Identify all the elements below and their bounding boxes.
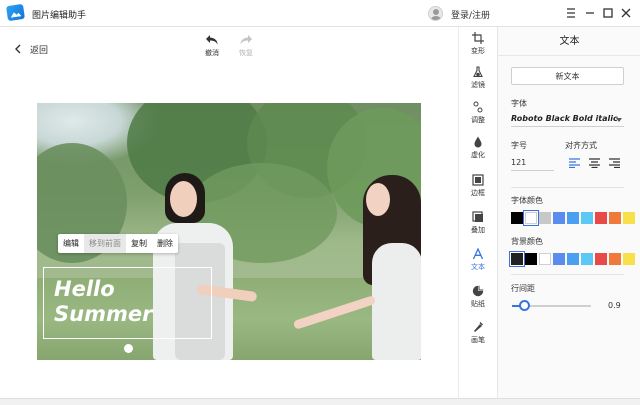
sidebar-item-label: 调整 — [471, 116, 485, 124]
ctx-bring-front[interactable]: 移到前面 — [84, 234, 126, 253]
sidebar-item-label: 贴纸 — [471, 300, 485, 308]
back-label: 返回 — [30, 46, 49, 56]
adjust-icon — [473, 101, 483, 113]
text-line-2: Summer — [54, 302, 153, 326]
font-size-value: 121 — [511, 158, 527, 167]
menu-icon[interactable] — [563, 5, 579, 21]
line-spacing-value: 0.9 — [608, 301, 621, 310]
sidebar-item-text[interactable]: 文本 — [459, 248, 497, 272]
sidebar-item-label: 边框 — [471, 189, 485, 197]
flask-icon — [473, 66, 483, 78]
minimize-icon[interactable] — [582, 5, 598, 21]
chevron-left-icon — [15, 44, 21, 54]
font-color-swatch[interactable] — [523, 210, 539, 226]
drop-icon — [474, 136, 482, 148]
photo-person-shirt — [372, 243, 421, 360]
user-avatar-icon[interactable] — [428, 6, 443, 21]
font-select[interactable]: Roboto Black Bold italic — [511, 113, 624, 127]
align-right-icon[interactable] — [609, 158, 620, 169]
align-left-icon[interactable] — [569, 158, 580, 169]
overlay-icon — [472, 211, 483, 222]
font-color-swatch[interactable] — [609, 212, 621, 224]
status-bar — [0, 398, 640, 405]
photo-person-face — [366, 183, 390, 216]
panel-title: 文本 — [498, 27, 640, 56]
font-color-swatch[interactable] — [553, 212, 565, 224]
sidebar-item-adjust[interactable]: 调整 — [459, 101, 497, 125]
redo-label: 恢复 — [239, 49, 253, 57]
sidebar-item-label: 叠加 — [471, 226, 485, 234]
bg-color-swatch[interactable] — [567, 253, 579, 265]
sidebar-item-filter[interactable]: 滤镜 — [459, 66, 497, 90]
app-title: 图片编辑助手 — [32, 11, 87, 21]
bg-color-swatch[interactable] — [553, 253, 565, 265]
align-center-icon[interactable] — [589, 158, 600, 169]
sidebar-item-frame[interactable]: 边框 — [459, 174, 497, 198]
sidebar-item-blur[interactable]: 虚化 — [459, 136, 497, 160]
chevron-down-icon — [616, 118, 622, 122]
font-color-swatch[interactable] — [623, 212, 635, 224]
bg-color-swatch[interactable] — [539, 253, 551, 265]
divider — [511, 274, 624, 275]
crop-icon — [472, 32, 484, 44]
undo-icon — [206, 35, 218, 45]
align-label: 对齐方式 — [565, 141, 597, 150]
bg-color-swatch[interactable] — [609, 253, 621, 265]
ctx-edit[interactable]: 编辑 — [58, 234, 84, 253]
new-text-button[interactable]: 新文本 — [511, 67, 624, 85]
frame-icon — [472, 174, 484, 186]
text-icon — [472, 248, 484, 260]
text-properties-panel: 文本 新文本 字体 Roboto Black Bold italic 字号 对齐… — [497, 27, 640, 400]
font-size-input[interactable]: 121 — [511, 157, 554, 171]
sidebar-item-label: 画笔 — [471, 336, 485, 344]
line-spacing-label: 行间距 — [511, 284, 535, 293]
bg-color-swatch[interactable] — [509, 251, 525, 267]
font-color-swatch[interactable] — [581, 212, 593, 224]
sidebar-item-label: 文本 — [471, 263, 485, 271]
redo-button[interactable]: 恢复 — [234, 34, 258, 58]
bg-color-swatch[interactable] — [581, 253, 593, 265]
redo-icon — [240, 35, 252, 45]
sidebar-item-label: 虚化 — [471, 151, 485, 159]
sidebar-item-label: 滤镜 — [471, 81, 485, 89]
font-color-swatch[interactable] — [567, 212, 579, 224]
size-label: 字号 — [511, 141, 527, 150]
font-color-label: 字体颜色 — [511, 196, 543, 205]
font-label: 字体 — [511, 99, 527, 108]
line-spacing-slider[interactable] — [512, 300, 591, 311]
ctx-copy[interactable]: 复制 — [126, 234, 152, 253]
title-bar: 图片编辑助手 登录/注册 — [0, 0, 640, 27]
tool-sidebar: 变形 滤镜 调整 虚化 边框 叠加 文本 贴纸 画笔 — [458, 27, 496, 400]
sidebar-item-sticker[interactable]: 贴纸 — [459, 285, 497, 309]
maximize-icon[interactable] — [600, 5, 616, 21]
font-select-value: Roboto Black Bold italic — [511, 114, 618, 123]
sidebar-item-brush[interactable]: 画笔 — [459, 321, 497, 345]
close-icon[interactable] — [618, 5, 634, 21]
divider — [511, 187, 624, 188]
app-logo-icon — [6, 3, 25, 22]
sticker-icon — [472, 285, 484, 297]
text-layer-content[interactable]: Hello Summer — [54, 277, 204, 327]
font-color-swatch[interactable] — [595, 212, 607, 224]
bg-color-swatch[interactable] — [623, 253, 635, 265]
rotate-handle[interactable] — [124, 344, 133, 353]
font-color-swatch[interactable] — [539, 212, 551, 224]
slider-thumb[interactable] — [519, 300, 530, 311]
sidebar-item-transform[interactable]: 变形 — [459, 32, 497, 56]
undo-label: 撤消 — [205, 49, 219, 57]
sidebar-item-overlay[interactable]: 叠加 — [459, 211, 497, 235]
bg-color-swatch[interactable] — [595, 253, 607, 265]
text-line-1: Hello — [54, 277, 115, 301]
photo-person-face — [170, 181, 197, 217]
login-link[interactable]: 登录/注册 — [451, 8, 490, 21]
sidebar-item-label: 变形 — [471, 47, 485, 55]
ctx-delete[interactable]: 删除 — [152, 234, 178, 253]
text-context-menu: 编辑 移到前面 复制 删除 — [58, 234, 178, 253]
font-color-swatch[interactable] — [511, 212, 523, 224]
undo-button[interactable]: 撤消 — [200, 34, 224, 58]
bg-color-swatch[interactable] — [525, 253, 537, 265]
bg-color-label: 背景颜色 — [511, 237, 543, 246]
brush-icon — [474, 322, 483, 332]
text-layer-box[interactable]: Hello Summer — [43, 267, 212, 353]
